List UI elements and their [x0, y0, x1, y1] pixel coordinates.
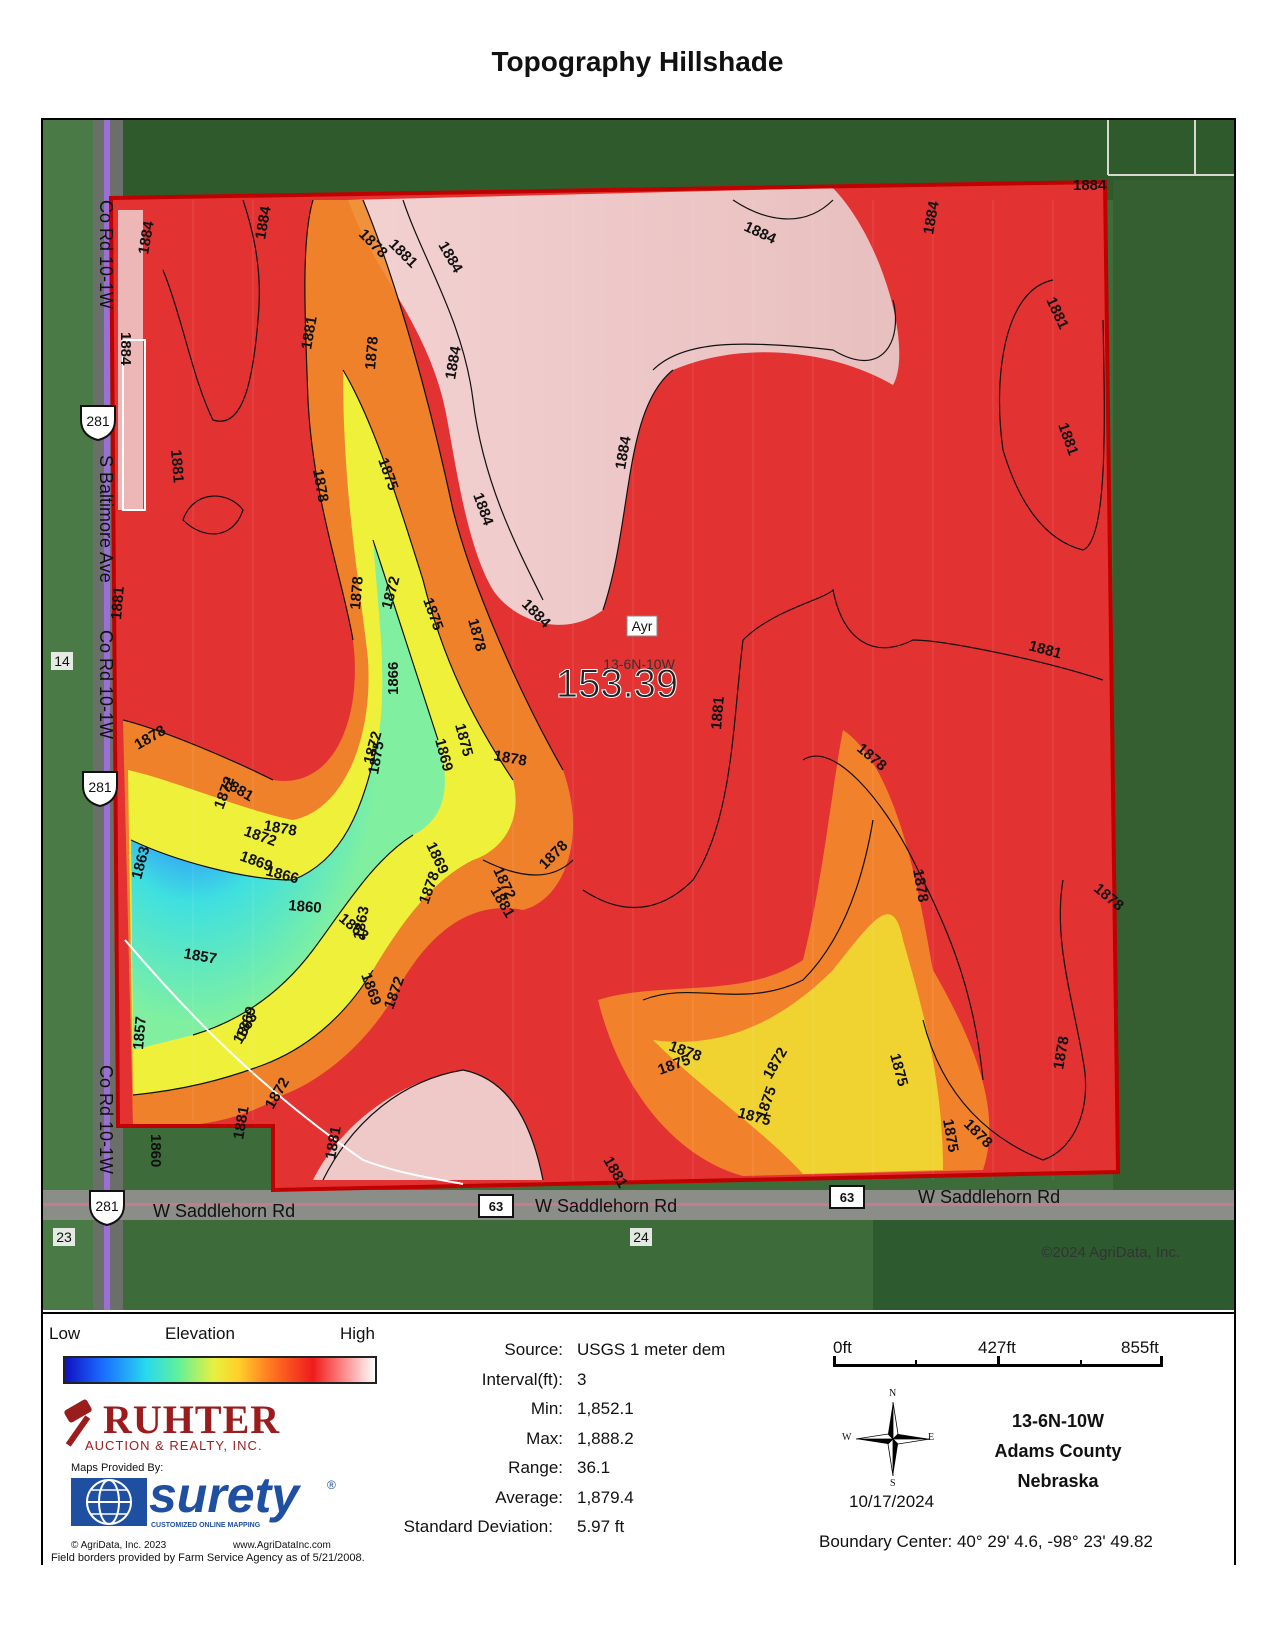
contour-label: 1860: [288, 897, 323, 917]
section-number-14: 14: [54, 653, 70, 669]
stat-label: Max:: [526, 1428, 563, 1448]
location-section: 13-6N-10W: [1011, 1411, 1105, 1431]
scale-label-855: 855ft: [1121, 1338, 1159, 1357]
north-arrow: N S E W: [842, 1388, 938, 1489]
scale-tick: [1160, 1356, 1163, 1367]
surety-registered: ®: [327, 1478, 336, 1492]
svg-text:281: 281: [88, 779, 112, 795]
road-label-s-baltimore: S Baltimore Ave: [96, 455, 116, 583]
scale-tick: [1080, 1360, 1082, 1367]
surety-name: surety: [149, 1467, 300, 1523]
stat-label: Source:: [504, 1340, 563, 1359]
stat-label: Min:: [530, 1399, 563, 1418]
location-block: 13-6N-10W Adams County Nebraska: [963, 1406, 1153, 1496]
elevation-color-ramp: [63, 1356, 377, 1384]
boundary-center: Boundary Center: 40° 29' 4.6, -98° 23' 4…: [819, 1532, 1153, 1551]
contour-label: 1860: [147, 1134, 164, 1167]
contour-label: 1878: [362, 336, 382, 371]
agridata-copyright: © AgriData, Inc. 2023: [71, 1540, 167, 1551]
compass-e: E: [928, 1432, 935, 1443]
road-label-saddlehorn-right: W Saddlehorn Rd: [918, 1187, 1060, 1207]
stat-label: Range:: [508, 1458, 563, 1477]
surety-logo: surety ® CUSTOMIZED ONLINE MAPPING: [71, 1467, 351, 1534]
map-date: 10/17/2024: [849, 1492, 935, 1511]
stat-value: 1,852.1: [577, 1399, 634, 1418]
contour-label: 1881: [108, 586, 128, 621]
scale-tick: [915, 1360, 917, 1367]
state-63-shield-b: 63: [829, 1185, 865, 1209]
contour-label: 1866: [385, 662, 402, 695]
stat-value: 1,888.2: [577, 1428, 634, 1448]
ruhter-logo: RUHTER AUCTION & REALTY, INC.: [55, 1396, 279, 1456]
field-borders-note: Field borders provided by Farm Service A…: [51, 1552, 365, 1564]
ramp-low-label: Low: [49, 1324, 81, 1343]
state-63-shield-a: 63: [478, 1194, 514, 1218]
stat-value: 1,879.4: [577, 1487, 634, 1507]
section-number-24: 24: [633, 1229, 649, 1245]
scale-label-427: 427ft: [978, 1338, 1016, 1357]
compass-rose-icon: [855, 1401, 931, 1477]
compass-w: W: [842, 1432, 852, 1443]
section-number-23: 23: [56, 1229, 72, 1245]
scale-tick: [997, 1356, 1000, 1367]
contour-label: 1857: [130, 1016, 150, 1051]
stat-label: Interval(ft):: [481, 1369, 563, 1389]
scale-bar: 0ft 427ft 855ft: [833, 1338, 1173, 1378]
compass-n: N: [889, 1388, 897, 1399]
ramp-title: Elevation: [165, 1324, 235, 1343]
scale-label-0: 0ft: [833, 1338, 852, 1357]
svg-text:63: 63: [840, 1190, 854, 1205]
road-label-saddlehorn-mid: W Saddlehorn Rd: [535, 1196, 677, 1216]
stat-value: 36.1: [577, 1458, 611, 1477]
crop-field-east: [1113, 180, 1234, 1280]
location-county: Adams County: [994, 1441, 1122, 1461]
map-svg[interactable]: Co Rd 10-1W S Baltimore Ave Co Rd 10-1W …: [43, 120, 1234, 1310]
location-state: Nebraska: [1017, 1471, 1099, 1491]
svg-text:63: 63: [489, 1199, 503, 1214]
stat-value: USGS 1 meter dem: [577, 1340, 726, 1359]
map-copyright: ©2024 AgriData, Inc.: [1041, 1244, 1180, 1261]
svg-text:281: 281: [95, 1198, 119, 1214]
road-label-co-rd-top: Co Rd 10-1W: [96, 200, 116, 309]
stat-value: 3: [577, 1369, 587, 1389]
contour-label: 1881: [708, 696, 728, 731]
stat-label: Standard Deviation:: [403, 1517, 553, 1536]
contour-label: 1884: [1073, 177, 1107, 194]
contour-label: 1881: [167, 449, 187, 484]
ruhter-sub: AUCTION & REALTY, INC.: [85, 1438, 263, 1453]
surety-tagline: CUSTOMIZED ONLINE MAPPING: [151, 1522, 261, 1529]
road-label-co-rd-mid: Co Rd 10-1W: [96, 630, 116, 739]
globe-icon: [71, 1478, 147, 1526]
map-area[interactable]: Co Rd 10-1W S Baltimore Ave Co Rd 10-1W …: [43, 120, 1234, 1310]
page-title: Topography Hillshade: [491, 46, 784, 77]
scale-tick: [833, 1356, 836, 1367]
agridata-url: www.AgriDataInc.com: [233, 1540, 331, 1551]
stat-label: Average:: [495, 1487, 563, 1507]
contour-label: 1878: [347, 576, 367, 611]
us-281-shield-a: 281: [80, 405, 116, 442]
road-label-co-rd-bottom: Co Rd 10-1W: [96, 1065, 116, 1174]
us-281-shield-c: 281: [89, 1190, 125, 1227]
legend-panel: Low Elevation High RUHTER AUCTION & REAL…: [43, 1312, 1234, 1566]
place-label: Ayr: [632, 618, 653, 634]
contour-label: 1884: [117, 332, 134, 366]
stat-value: 5.97 ft: [577, 1517, 625, 1536]
us-281-shield-b: 281: [82, 771, 118, 808]
svg-text:281: 281: [86, 413, 110, 429]
compass-s: S: [890, 1478, 896, 1489]
acreage-label: 153.39: [556, 662, 678, 706]
road-label-saddlehorn-left: W Saddlehorn Rd: [153, 1201, 295, 1221]
ruhter-name: RUHTER: [103, 1397, 281, 1442]
